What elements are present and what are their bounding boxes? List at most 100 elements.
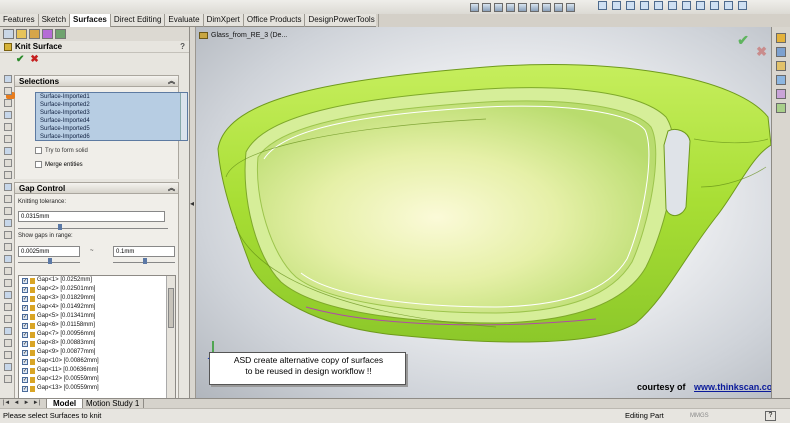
- confirm-ok-icon[interactable]: ✔: [737, 32, 749, 49]
- gap-list-item[interactable]: ✓ Gap<12> [0.00559mm]: [19, 375, 175, 384]
- checkbox[interactable]: ✓: [22, 358, 28, 365]
- try-to-form-solid-option[interactable]: Try to form solid: [35, 147, 88, 154]
- merge-entities-option[interactable]: Merge entities: [35, 161, 83, 168]
- scrollbar-thumb[interactable]: [168, 288, 174, 328]
- view-palette-icon[interactable]: [776, 75, 786, 85]
- gap-list-item[interactable]: ✓ Gap<3> [0.01829mm]: [19, 294, 175, 303]
- zoom-area-icon[interactable]: [482, 2, 491, 12]
- list-item[interactable]: Surface-Imported2: [36, 101, 187, 109]
- gap-list-item[interactable]: ✓ Gap<11> [0.00636mm]: [19, 366, 175, 375]
- gap-list-item[interactable]: ✓ Gap<9> [0.00877mm]: [19, 348, 175, 357]
- checkbox[interactable]: [35, 161, 42, 168]
- hide-show-icon[interactable]: [542, 2, 551, 12]
- section-view-icon[interactable]: [506, 2, 515, 12]
- tab-surfaces[interactable]: Surfaces: [70, 14, 111, 27]
- tab-designpowertools[interactable]: DesignPowerTools: [305, 14, 379, 27]
- ruled-surface-icon[interactable]: [710, 1, 719, 10]
- next-tab-icon[interactable]: ►: [22, 399, 31, 408]
- range-min-slider[interactable]: [18, 258, 80, 264]
- surface-selection-list[interactable]: Surface-Imported1 Surface-Imported2 Surf…: [35, 92, 188, 141]
- list-item[interactable]: Surface-Imported6: [36, 133, 187, 141]
- display-style-icon[interactable]: [530, 2, 539, 12]
- checkbox[interactable]: ✓: [22, 349, 28, 356]
- sweep-surface-icon[interactable]: [626, 1, 635, 10]
- tab-evaluate[interactable]: Evaluate: [165, 14, 204, 27]
- tab-office-products[interactable]: Office Products: [244, 14, 306, 27]
- zoom-icon[interactable]: [470, 2, 479, 12]
- feature-tree-flyout[interactable]: Glass_from_RE_3 (De...: [199, 32, 287, 39]
- gap-list-item[interactable]: ✓ Gap<4> [0.01492mm]: [19, 303, 175, 312]
- checkbox[interactable]: ✓: [22, 277, 28, 284]
- graphics-area[interactable]: Glass_from_RE_3 (De... ✔ ✖ ASD create al…: [196, 27, 771, 408]
- dimxpert-icon[interactable]: [42, 29, 53, 39]
- confirm-cancel-icon[interactable]: ✖: [756, 44, 767, 60]
- scrollbar[interactable]: [180, 93, 187, 140]
- gap-list-item[interactable]: ✓ Gap<6> [0.01158mm]: [19, 321, 175, 330]
- slider-thumb[interactable]: [58, 224, 62, 230]
- checkbox[interactable]: ✓: [22, 376, 28, 383]
- collapse-arrow-icon[interactable]: ◂: [190, 199, 194, 208]
- offset-surface-icon[interactable]: [696, 1, 705, 10]
- gap-list-item[interactable]: ✓ Gap<5> [0.01341mm]: [19, 312, 175, 321]
- checkbox[interactable]: ✓: [22, 385, 28, 392]
- gap-list-item[interactable]: ✓ Gap<7> [0.00956mm]: [19, 330, 175, 339]
- scrollbar[interactable]: [166, 276, 175, 398]
- checkbox[interactable]: ✓: [22, 295, 28, 302]
- checkbox[interactable]: ✓: [22, 331, 28, 338]
- planar-surface-icon[interactable]: [682, 1, 691, 10]
- feature-tree-icon[interactable]: [3, 29, 14, 39]
- display-manager-icon[interactable]: [55, 29, 66, 39]
- tab-direct-editing[interactable]: Direct Editing: [111, 14, 166, 27]
- list-item[interactable]: Surface-Imported1: [36, 93, 187, 101]
- gap-list-item[interactable]: ✓ Gap<13> [0.00559mm]: [19, 384, 175, 393]
- slider-thumb[interactable]: [143, 258, 147, 264]
- previous-tab-icon[interactable]: ◄: [12, 399, 21, 408]
- cancel-button[interactable]: ✖: [30, 54, 38, 65]
- checkbox[interactable]: ✓: [22, 286, 28, 293]
- gap-list-item[interactable]: ✓ Gap<1> [0.0252mm]: [19, 276, 175, 285]
- checkbox[interactable]: ✓: [22, 340, 28, 347]
- file-explorer-icon[interactable]: [776, 61, 786, 71]
- gap-list-item[interactable]: ✓ Gap<2> [0.02501mm]: [19, 285, 175, 294]
- appearances-icon[interactable]: [776, 89, 786, 99]
- list-item[interactable]: Surface-Imported4: [36, 117, 187, 125]
- thicken-icon[interactable]: [738, 1, 747, 10]
- boundary-surface-icon[interactable]: [654, 1, 663, 10]
- custom-properties-icon[interactable]: [776, 103, 786, 113]
- tab-dimxpert[interactable]: DimXpert: [204, 14, 244, 27]
- tolerance-slider[interactable]: [18, 224, 168, 230]
- appearance-icon[interactable]: [554, 2, 563, 12]
- extrude-surface-icon[interactable]: [598, 1, 607, 10]
- gap-list[interactable]: ✓ Gap<1> [0.0252mm] ✓ Gap<2> [0.02501mm] ✓ Ga…: [18, 275, 176, 399]
- design-library-icon[interactable]: [776, 47, 786, 57]
- knitting-tolerance-field[interactable]: 0.0315mm: [18, 211, 165, 222]
- last-tab-icon[interactable]: ►|: [32, 399, 41, 408]
- knit-surface-icon[interactable]: [724, 1, 733, 10]
- property-manager-icon[interactable]: [16, 29, 27, 39]
- checkbox[interactable]: ✓: [22, 322, 28, 329]
- tab-sketch[interactable]: Sketch: [39, 14, 71, 27]
- ok-button[interactable]: ✔: [16, 54, 24, 65]
- list-item[interactable]: Surface-Imported3: [36, 109, 187, 117]
- credit-link[interactable]: www.thinkscan.co.uk: [694, 382, 771, 392]
- gap-control-header[interactable]: Gap Control ︽: [14, 182, 179, 194]
- list-item[interactable]: Surface-Imported5: [36, 125, 187, 133]
- gap-range-max-field[interactable]: 0.1mm: [113, 246, 175, 257]
- gap-list-item[interactable]: ✓ Gap<8> [0.00883mm]: [19, 339, 175, 348]
- scene-icon[interactable]: [566, 2, 575, 12]
- loft-surface-icon[interactable]: [640, 1, 649, 10]
- solidworks-resources-icon[interactable]: [776, 33, 786, 43]
- first-tab-icon[interactable]: |◄: [2, 399, 11, 408]
- configuration-icon[interactable]: [29, 29, 40, 39]
- slider-thumb[interactable]: [48, 258, 52, 264]
- checkbox[interactable]: ✓: [22, 367, 28, 374]
- fill-surface-icon[interactable]: [668, 1, 677, 10]
- units-indicator[interactable]: MMGS: [690, 409, 709, 423]
- previous-view-icon[interactable]: [494, 2, 503, 12]
- gap-list-item[interactable]: ✓ Gap<10> [0.00862mm]: [19, 357, 175, 366]
- help-icon[interactable]: ?: [180, 41, 185, 53]
- tab-features[interactable]: Features: [0, 14, 39, 27]
- view-orientation-icon[interactable]: [518, 2, 527, 12]
- checkbox[interactable]: ✓: [22, 304, 28, 311]
- range-max-slider[interactable]: [113, 258, 175, 264]
